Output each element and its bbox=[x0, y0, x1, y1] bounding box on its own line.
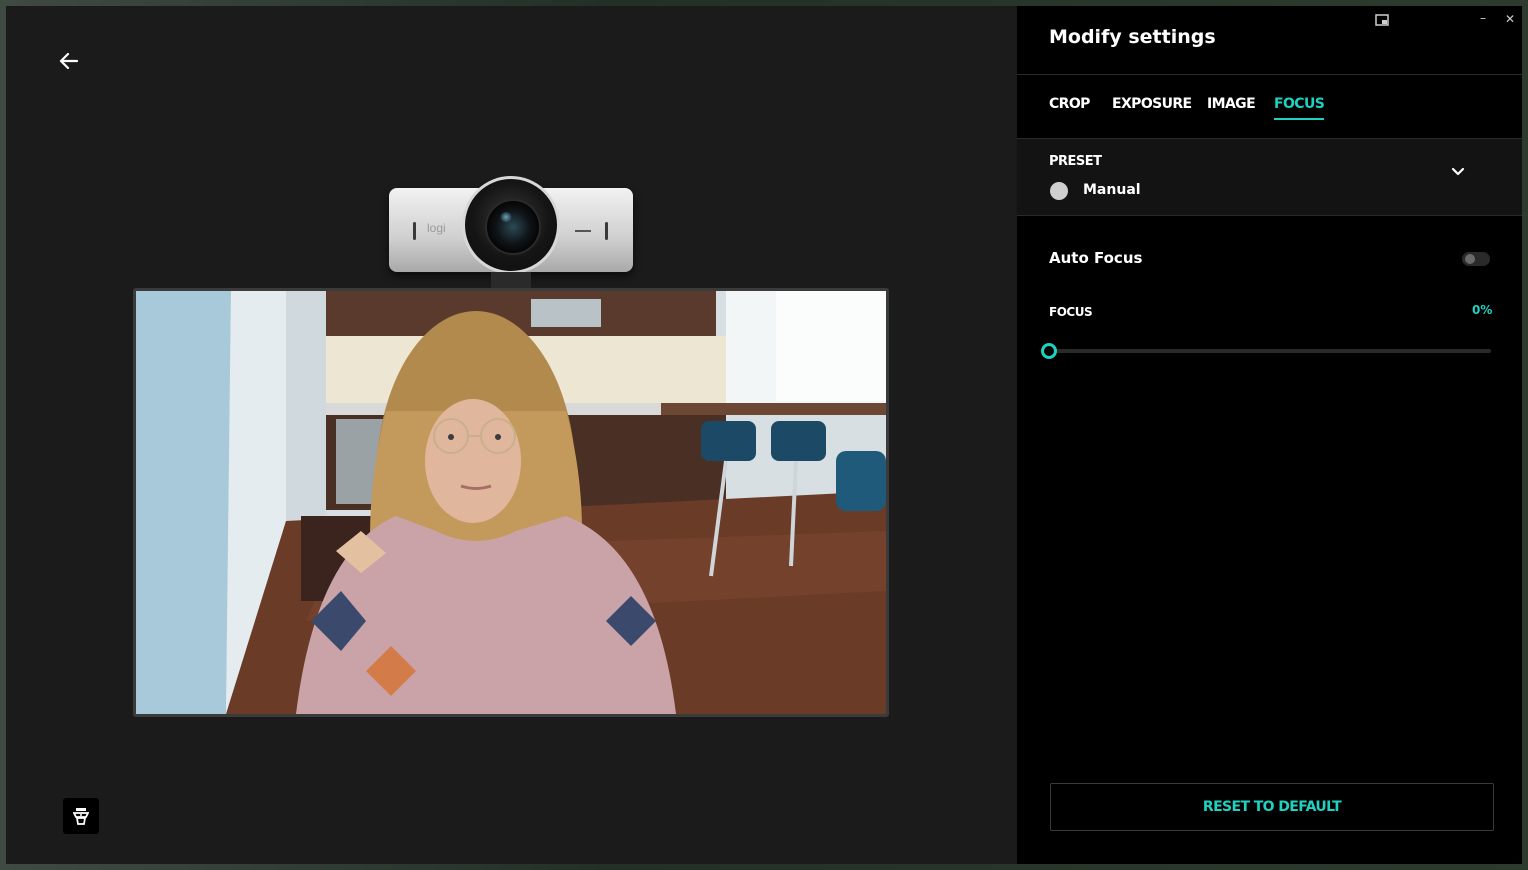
settings-header: Modify settings – ✕ bbox=[1017, 6, 1522, 75]
camera-stand-button[interactable] bbox=[63, 798, 99, 834]
camera-stand-icon bbox=[73, 808, 89, 825]
page-title: Modify settings bbox=[1049, 26, 1216, 48]
toggle-knob bbox=[1465, 254, 1475, 264]
reset-to-default-button[interactable]: RESET TO DEFAULT bbox=[1050, 783, 1494, 831]
webcam-lens bbox=[462, 176, 560, 274]
preview-pane: logi bbox=[6, 6, 1016, 864]
slider-thumb[interactable] bbox=[1041, 343, 1057, 359]
camera-feed-image bbox=[136, 291, 886, 714]
camera-preview bbox=[133, 288, 889, 717]
preset-indicator bbox=[1050, 182, 1068, 200]
close-button[interactable]: ✕ bbox=[1505, 12, 1515, 26]
slider-track bbox=[1049, 349, 1491, 353]
tab-focus[interactable]: FOCUS bbox=[1274, 96, 1325, 120]
webcam-mark-dash bbox=[575, 230, 591, 232]
settings-tabs: CROP EXPOSURE IMAGE FOCUS bbox=[1017, 75, 1522, 139]
tab-image[interactable]: IMAGE bbox=[1207, 96, 1256, 118]
focus-value: 0% bbox=[1472, 303, 1493, 317]
preset-dropdown[interactable]: PRESET Manual bbox=[1017, 139, 1522, 216]
back-button[interactable] bbox=[54, 46, 84, 76]
picture-in-picture-button[interactable] bbox=[1375, 14, 1389, 29]
settings-panel: Modify settings – ✕ CROP EXPOSURE IMAGE … bbox=[1017, 6, 1522, 864]
minimize-button[interactable]: – bbox=[1480, 11, 1486, 25]
lens-ring bbox=[485, 199, 541, 255]
picture-in-picture-icon bbox=[1375, 14, 1389, 26]
webcam-brand-label: logi bbox=[427, 221, 446, 235]
app-window: logi Modify settings – ✕ CROP EXPOSURE I… bbox=[6, 6, 1522, 864]
focus-label: FOCUS bbox=[1049, 305, 1093, 319]
preset-value: Manual bbox=[1083, 182, 1141, 198]
focus-slider[interactable] bbox=[1041, 342, 1491, 360]
webcam-illustration: logi bbox=[389, 176, 633, 274]
tab-crop[interactable]: CROP bbox=[1049, 96, 1090, 118]
lens-glint bbox=[500, 212, 512, 222]
arrow-left-icon bbox=[59, 53, 79, 69]
webcam-mark-left bbox=[413, 222, 416, 240]
chevron-down-icon bbox=[1451, 167, 1465, 176]
tab-exposure[interactable]: EXPOSURE bbox=[1112, 96, 1192, 118]
auto-focus-label: Auto Focus bbox=[1049, 249, 1143, 267]
auto-focus-toggle[interactable] bbox=[1462, 252, 1490, 266]
webcam-mark-right bbox=[605, 222, 608, 240]
preset-label: PRESET bbox=[1049, 154, 1102, 169]
